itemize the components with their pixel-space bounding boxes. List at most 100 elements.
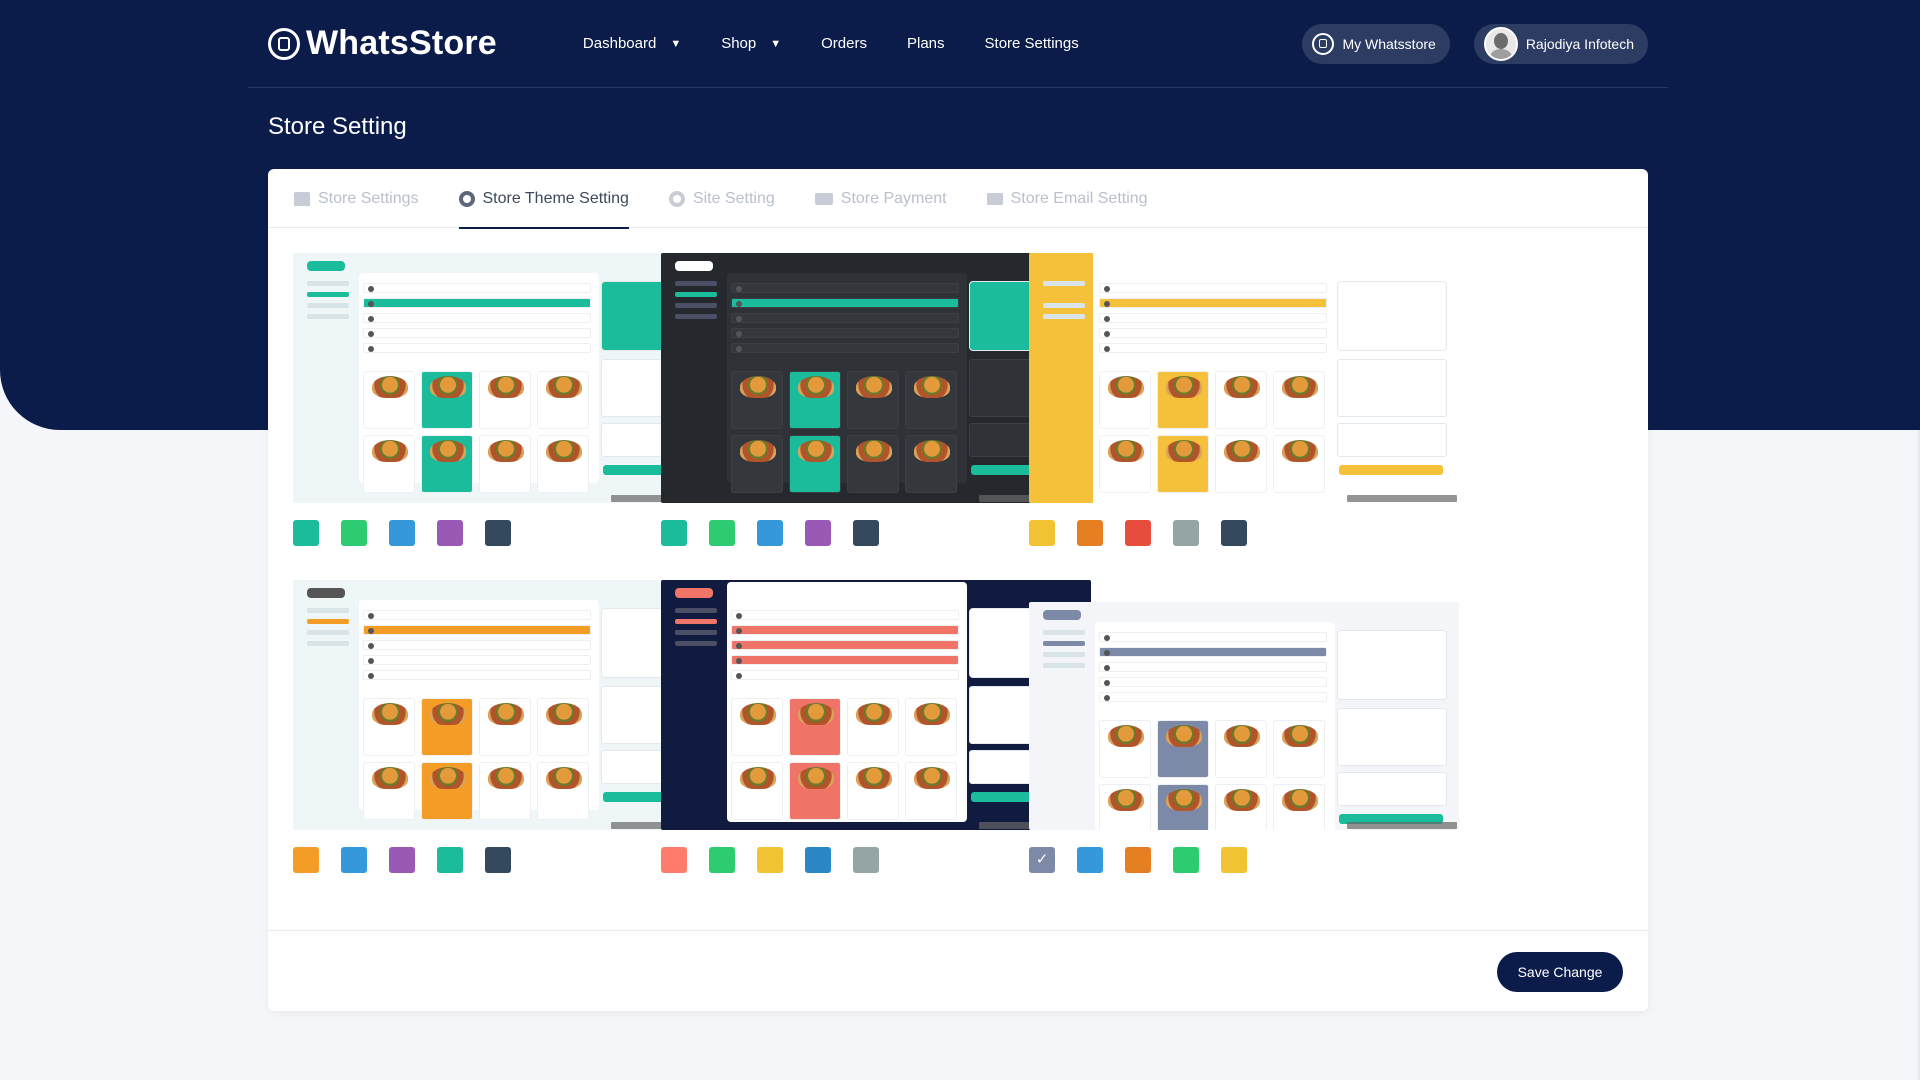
preview-decoration xyxy=(363,371,591,493)
preview-decoration xyxy=(731,283,959,293)
theme-preview-image[interactable] xyxy=(293,253,723,503)
nav-dashboard[interactable]: Dashboard ▼ xyxy=(583,35,681,52)
color-swatch[interactable] xyxy=(1173,847,1199,873)
theme-option[interactable] xyxy=(293,580,723,873)
color-swatch[interactable] xyxy=(389,520,415,546)
color-swatch[interactable] xyxy=(1029,520,1055,546)
gear-icon xyxy=(668,190,685,207)
theme-option[interactable] xyxy=(661,580,1091,873)
theme-preview-image[interactable] xyxy=(661,580,1091,830)
tab-site-setting[interactable]: Site Setting xyxy=(668,169,775,228)
preview-decoration xyxy=(731,610,959,620)
color-swatches xyxy=(1029,847,1459,873)
color-swatch[interactable] xyxy=(805,520,831,546)
preview-decoration xyxy=(1337,708,1447,766)
save-change-button[interactable]: Save Change xyxy=(1497,952,1623,992)
nav-orders[interactable]: Orders xyxy=(821,35,867,52)
preview-decoration xyxy=(1043,261,1081,271)
avatar xyxy=(1483,26,1518,61)
theme-preview-image[interactable] xyxy=(1029,602,1459,830)
chevron-down-icon: ▼ xyxy=(770,37,782,50)
user-menu[interactable]: Rajodiya Infotech xyxy=(1473,23,1648,64)
preview-decoration xyxy=(1273,720,1325,778)
tab-label: Store Settings xyxy=(318,189,419,207)
preview-decoration xyxy=(1043,281,1085,286)
color-swatch[interactable] xyxy=(437,847,463,873)
color-swatch[interactable] xyxy=(1221,520,1247,546)
theme-option[interactable] xyxy=(293,253,723,546)
preview-decoration xyxy=(847,435,899,493)
preview-decoration xyxy=(1337,630,1447,700)
color-swatch[interactable] xyxy=(1029,847,1055,873)
preview-decoration xyxy=(363,762,415,820)
preview-decoration xyxy=(731,435,783,493)
color-swatch[interactable] xyxy=(293,847,319,873)
color-swatch[interactable] xyxy=(661,847,687,873)
theme-preview-image[interactable] xyxy=(293,580,723,830)
tab-store-email-setting[interactable]: Store Email Setting xyxy=(986,169,1148,228)
preview-decoration xyxy=(905,435,957,493)
color-swatch[interactable] xyxy=(485,520,511,546)
color-swatch[interactable] xyxy=(341,847,367,873)
color-swatch[interactable] xyxy=(1125,520,1151,546)
color-swatch[interactable] xyxy=(709,847,735,873)
color-swatch[interactable] xyxy=(389,847,415,873)
theme-preview-image[interactable] xyxy=(1029,253,1459,503)
preview-decoration xyxy=(731,655,959,665)
preview-decoration xyxy=(731,343,959,353)
tab-store-payment[interactable]: Store Payment xyxy=(814,169,947,228)
color-swatch[interactable] xyxy=(1125,847,1151,873)
tab-store-theme-setting[interactable]: Store Theme Setting xyxy=(458,169,630,229)
preview-decoration xyxy=(421,371,473,429)
color-swatch[interactable] xyxy=(853,847,879,873)
page-title: Store Setting xyxy=(268,113,407,140)
preview-decoration xyxy=(1215,435,1267,493)
tab-label: Site Setting xyxy=(692,189,775,207)
nav-store-settings[interactable]: Store Settings xyxy=(985,35,1079,52)
color-swatch[interactable] xyxy=(661,520,687,546)
preview-decoration xyxy=(363,435,415,493)
tab-store-settings[interactable]: Store Settings xyxy=(294,169,419,228)
preview-decoration xyxy=(905,762,957,820)
preview-decoration xyxy=(537,435,589,493)
brand-logo[interactable]: WhatsStore xyxy=(268,24,497,63)
preview-decoration xyxy=(307,281,349,286)
whatsapp-icon xyxy=(1312,32,1335,55)
color-swatch[interactable] xyxy=(805,847,831,873)
preview-decoration xyxy=(363,670,591,680)
color-swatch[interactable] xyxy=(485,847,511,873)
color-swatch[interactable] xyxy=(1077,847,1103,873)
preview-decoration xyxy=(479,435,531,493)
nav-plans[interactable]: Plans xyxy=(907,35,945,52)
color-swatch[interactable] xyxy=(709,520,735,546)
theme-option[interactable] xyxy=(1029,580,1459,873)
preview-decoration xyxy=(675,261,713,271)
color-swatch[interactable] xyxy=(853,520,879,546)
preview-decoration xyxy=(363,313,591,323)
color-swatch[interactable] xyxy=(1077,520,1103,546)
color-swatch[interactable] xyxy=(757,520,783,546)
tab-label: Store Email Setting xyxy=(1010,189,1148,207)
my-whatsstore-button[interactable]: My Whatsstore xyxy=(1302,23,1450,64)
color-swatch[interactable] xyxy=(293,520,319,546)
preview-decoration xyxy=(1043,303,1085,308)
theme-preview-image[interactable] xyxy=(661,253,1091,503)
preview-decoration xyxy=(905,698,957,756)
preview-decoration xyxy=(1273,435,1325,493)
preview-decoration xyxy=(675,281,717,325)
color-swatch[interactable] xyxy=(341,520,367,546)
nav-store-settings-label: Store Settings xyxy=(984,35,1079,52)
color-swatch[interactable] xyxy=(1173,520,1199,546)
preview-decoration xyxy=(1099,328,1327,338)
visa-card-icon xyxy=(814,192,833,205)
nav-shop[interactable]: Shop ▼ xyxy=(721,35,781,52)
color-swatch[interactable] xyxy=(437,520,463,546)
color-swatch[interactable] xyxy=(1221,847,1247,873)
preview-decoration xyxy=(675,608,717,613)
mail-icon xyxy=(986,192,1003,205)
color-swatch[interactable] xyxy=(757,847,783,873)
theme-option[interactable] xyxy=(1029,253,1459,546)
preview-decoration xyxy=(1099,283,1327,358)
theme-option[interactable] xyxy=(661,253,1091,546)
preview-decoration xyxy=(307,608,349,652)
